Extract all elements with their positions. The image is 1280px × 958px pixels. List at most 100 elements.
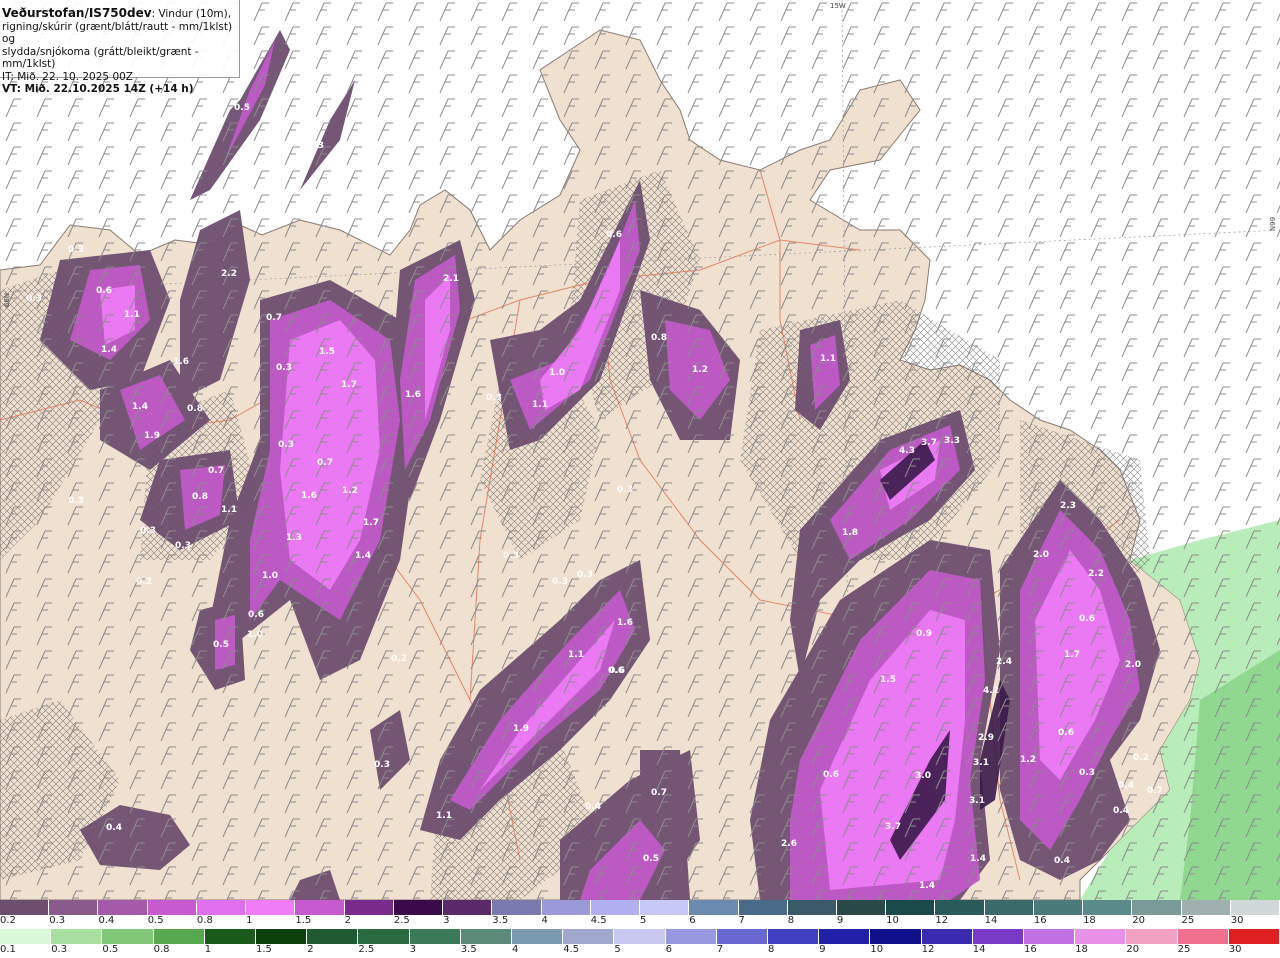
- scale-swatch: [1177, 929, 1229, 944]
- map-value-label: 0.7: [1147, 786, 1163, 796]
- scale-tick-label: 9: [836, 915, 844, 926]
- map-value-label: 1.9: [144, 431, 160, 441]
- map-value-label: 1.4: [132, 402, 148, 412]
- scale-tick-label: 0.3: [51, 944, 68, 955]
- scale-tick-label: 18: [1083, 915, 1096, 926]
- map-value-label: 0.2: [136, 577, 152, 587]
- map-value-label: 1.0: [549, 368, 565, 378]
- scale-swatch: [344, 900, 394, 915]
- scale-tick-label: 2.5: [393, 915, 410, 926]
- snow-scale-ticks: 0.2 0.3 0.4 0.5 0.8 1 1.5 2 2.5 3 3.5 4 4.5 5 6 7 8 9 10 12…: [0, 915, 1280, 929]
- wind-barbs: [0, 0, 1280, 900]
- map-value-label: 0.4: [1113, 806, 1129, 816]
- scale-swatch: [153, 929, 205, 944]
- scale-swatch: [0, 900, 50, 915]
- map-value-label: 0.6: [609, 666, 625, 676]
- map-value-label: 1.4: [355, 551, 371, 561]
- map-value-label: 2.3: [1060, 501, 1076, 511]
- map-value-label: 3.0: [915, 771, 931, 781]
- scale-tick-label: 6: [689, 915, 696, 926]
- map-value-label: 0.6: [606, 230, 622, 240]
- map-value-label: 2.6: [781, 839, 797, 849]
- grid-label-top: 15W: [830, 2, 846, 10]
- scale-swatch: [1075, 929, 1127, 944]
- scale-tick-label: 1.5: [256, 944, 272, 955]
- map-value-label: 1.6: [405, 390, 421, 400]
- scale-swatch: [819, 929, 871, 944]
- map-value-label: 0.3: [140, 526, 156, 536]
- map-value-label: 0.4: [1118, 781, 1134, 791]
- scale-tick-label: 30: [1228, 944, 1242, 955]
- scale-swatch: [1228, 929, 1280, 944]
- scale-swatch: [443, 900, 493, 915]
- map-value-label: 1.2: [692, 365, 708, 375]
- map-value-label: 1.4: [101, 345, 117, 355]
- map-value-label: 2.0: [1033, 550, 1049, 560]
- map-value-label: 0.7: [317, 458, 333, 468]
- map-value-label: 0.8: [187, 404, 203, 414]
- map-value-label: 2.1: [443, 274, 459, 284]
- scale-tick-label: 14: [972, 944, 986, 955]
- map-value-label: 0.3: [68, 496, 84, 506]
- scale-tick-label: 3.5: [460, 944, 477, 955]
- description-line-2: rigning/skúrir (grænt/blátt/rautt - mm/1…: [2, 20, 233, 46]
- map-value-label: 1.7: [341, 380, 357, 390]
- weather-map: 0.5 0.3 0.3 0.3 0.6 2.2 1.1 0.7 1.4 1.6 1.5 2.1 0.8 0…: [0, 0, 1280, 900]
- map-value-label: 1.4: [970, 854, 986, 864]
- scale-tick-label: 3.5: [492, 915, 509, 926]
- scale-swatch: [921, 929, 973, 944]
- scale-tick-label: 20: [1126, 944, 1140, 955]
- valid-time: VT: Mið. 22.10.2025 14Z (+14 h): [2, 83, 194, 95]
- scale-tick-label: 0.5: [147, 915, 164, 926]
- scale-tick-label: 3: [409, 944, 416, 955]
- map-value-label: 1.7: [1064, 650, 1080, 660]
- scale-swatch: [51, 929, 103, 944]
- map-value-label: 0.6: [96, 286, 112, 296]
- map-value-label: 0.3: [276, 363, 292, 373]
- map-value-label: 0.3: [1079, 768, 1095, 778]
- scale-swatch: [307, 929, 359, 944]
- map-value-label: 0.6: [1079, 614, 1095, 624]
- map-value-label: 0.6: [248, 610, 264, 620]
- scale-tick-label: 3: [443, 915, 450, 926]
- scale-swatch: [358, 929, 410, 944]
- scale-tick-label: 30: [1230, 915, 1244, 926]
- scale-tick-label: 12: [921, 944, 935, 955]
- scale-swatch: [614, 929, 666, 944]
- scale-swatch: [246, 900, 296, 915]
- map-value-label: 2.2: [1088, 569, 1104, 579]
- map-value-label: 3.1: [969, 796, 985, 806]
- scale-swatch: [1083, 900, 1133, 915]
- scale-swatch: [787, 900, 837, 915]
- map-value-label: 1.0: [247, 630, 263, 640]
- map-value-label: 0.3: [486, 393, 502, 403]
- scale-swatch: [147, 900, 197, 915]
- description-line-3: slydda/snjókoma (grátt/bleikt/grænt - mm…: [2, 45, 199, 71]
- map-value-label: 0.2: [391, 654, 407, 664]
- map-value-label: 1.6: [173, 357, 189, 367]
- scale-tick-label: 16: [1033, 915, 1047, 926]
- scale-tick-label: 2.5: [358, 944, 375, 955]
- scale-swatch: [204, 929, 257, 944]
- map-value-label: 1.1: [221, 505, 237, 515]
- scale-tick-label: 4: [512, 944, 519, 955]
- scale-tick-label: 0.8: [196, 915, 213, 926]
- scale-tick-label: 0.5: [102, 944, 119, 955]
- map-value-label: 0.3: [68, 245, 84, 255]
- map-value-label: 0.3: [374, 760, 390, 770]
- grid-label-left: 66N: [3, 292, 12, 308]
- scale-tick-label: 8: [768, 944, 775, 955]
- scale-swatch: [1181, 900, 1231, 915]
- scale-swatch: [738, 900, 788, 915]
- map-value-label: 3.7: [921, 438, 937, 448]
- scale-tick-label: 10: [886, 915, 899, 926]
- scale-swatch: [689, 900, 739, 915]
- scale-tick-label: 0.3: [49, 915, 66, 926]
- map-value-label: 2.4: [996, 657, 1012, 667]
- scale-tick-label: 10: [870, 944, 884, 955]
- scale-swatch: [1033, 900, 1084, 915]
- map-value-label: 0.7: [266, 313, 282, 323]
- scale-swatch: [492, 900, 542, 915]
- map-value-label: 0.3: [503, 551, 519, 561]
- map-value-label: 1.5: [880, 675, 896, 685]
